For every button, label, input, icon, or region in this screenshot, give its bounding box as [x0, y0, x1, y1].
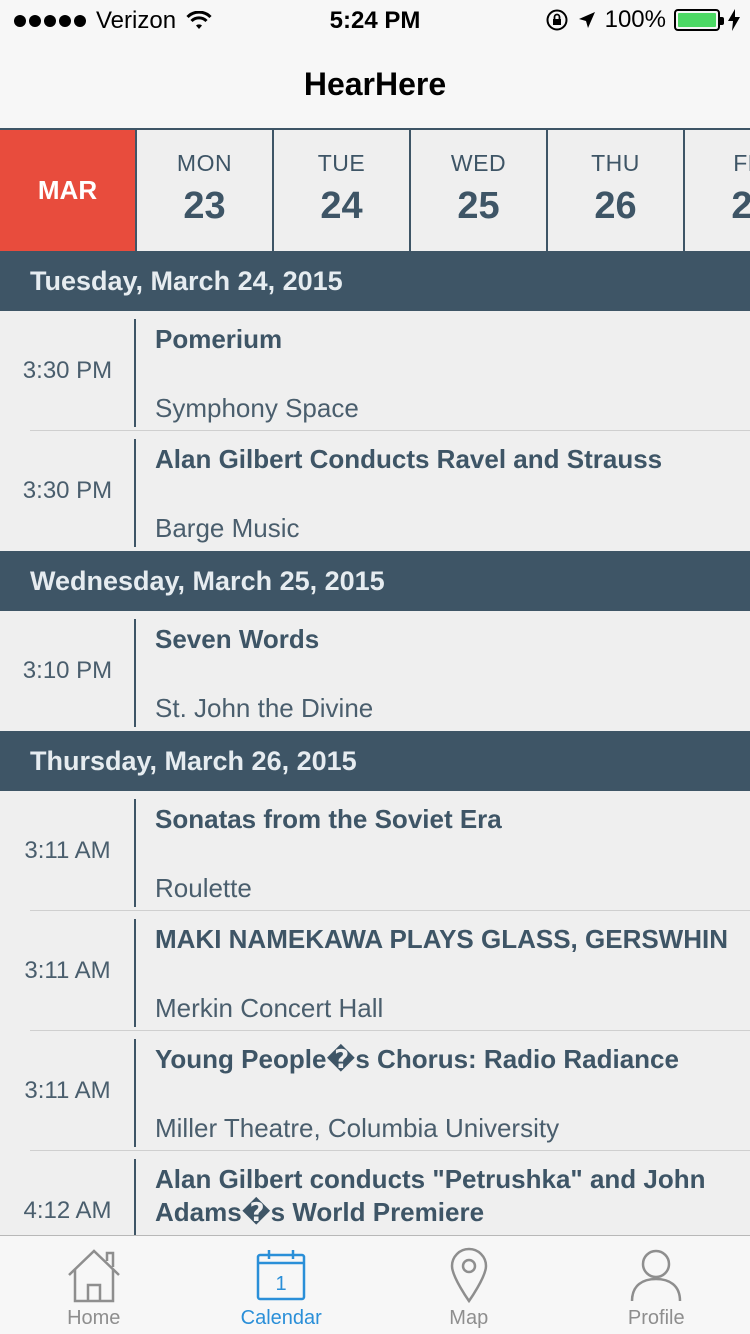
event-venue: Barge Music [155, 513, 300, 543]
event-venue: Roulette [155, 873, 252, 903]
navigation-bar: HearHere [0, 40, 750, 128]
event-venue: Symphony Space [155, 393, 359, 423]
event-time: 3:30 PM [22, 357, 113, 384]
event-row[interactable]: 3:11 AM Young People�s Chorus: Radio Rad… [0, 1031, 750, 1151]
status-right: 100% [545, 6, 740, 34]
event-row[interactable]: 3:30 PM Pomerium Symphony Space [0, 311, 750, 431]
app-title: HearHere [303, 65, 447, 102]
home-icon [67, 1249, 120, 1303]
event-time: 3:30 PM [22, 477, 113, 504]
event-divider [134, 1039, 136, 1147]
day-number: 27 [731, 185, 750, 228]
day-number: 25 [457, 185, 500, 227]
day-number: 23 [183, 185, 226, 227]
battery-fill [678, 13, 716, 27]
event-time: 3:10 PM [22, 657, 113, 684]
map-pin-icon [450, 1247, 488, 1303]
event-divider [134, 799, 136, 907]
day-cell-mon[interactable]: MON 23 [135, 130, 272, 251]
tab-label: Map [449, 1307, 489, 1329]
battery-icon [674, 9, 724, 31]
event-time: 3:11 AM [24, 957, 111, 984]
tab-map[interactable]: Map [375, 1236, 563, 1334]
day-cell-wed[interactable]: WED 25 [409, 130, 546, 251]
event-divider [134, 619, 136, 727]
day-number: 24 [320, 185, 363, 227]
tab-home[interactable]: Home [0, 1236, 188, 1334]
tab-profile[interactable]: Profile [563, 1236, 750, 1334]
event-title: Seven Words [155, 624, 320, 654]
day-name: MON [176, 150, 233, 176]
section-header: Wednesday, March 25, 2015 [0, 551, 750, 611]
date-strip[interactable]: MAR MON 23 TUE 24 WED 25 THU 26 FRI 27 [0, 128, 750, 251]
event-row[interactable]: 3:11 AM Sonatas from the Soviet Era Roul… [0, 791, 750, 911]
event-divider [134, 439, 136, 547]
charging-bolt-icon [728, 9, 740, 31]
event-divider [134, 319, 136, 427]
event-row[interactable]: 3:11 AM MAKI NAMEKAWA PLAYS GLASS, GERSW… [0, 911, 750, 1031]
event-venue: Miller Theatre, Columbia University [155, 1113, 560, 1143]
event-row[interactable]: 3:30 PM Alan Gilbert Conducts Ravel and … [0, 431, 750, 551]
tab-label: Profile [627, 1307, 685, 1329]
battery-percent: 100% [604, 6, 666, 33]
tab-label: Calendar [240, 1307, 322, 1329]
tab-bar: Home 1 Calendar Map Profile [0, 1235, 750, 1334]
event-venue: Merkin Concert Hall [155, 993, 384, 1023]
day-name: WED [450, 150, 507, 176]
day-number: 26 [594, 185, 637, 227]
tab-label: Home [67, 1307, 121, 1329]
day-name: TUE [317, 150, 366, 176]
location-arrow-icon [578, 12, 595, 28]
event-title: Young People�s Chorus: Radio Radiance [155, 1044, 679, 1074]
rotation-lock-icon [546, 9, 568, 31]
event-venue: St. John the Divine [155, 693, 374, 723]
event-title: MAKI NAMEKAWA PLAYS GLASS, GERSWHIN, JAR… [155, 924, 728, 954]
calendar-icon: 1 [257, 1250, 306, 1301]
event-divider [134, 1159, 136, 1235]
day-cell-fri[interactable]: FRI 27 [683, 130, 750, 251]
event-time: 4:12 AM [23, 1197, 112, 1224]
day-name: FRI [733, 150, 750, 176]
section-header: Thursday, March 26, 2015 [0, 731, 750, 791]
day-name: THU [591, 150, 640, 176]
event-title: Alan Gilbert conducts "Petrushka" and Jo… [155, 1164, 706, 1227]
day-cell-tue[interactable]: TUE 24 [272, 130, 409, 251]
event-list[interactable]: Tuesday, March 24, 2015 3:30 PM Pomerium… [0, 251, 750, 1235]
event-time: 3:11 AM [24, 837, 111, 864]
event-title: Sonatas from the Soviet Era [155, 804, 502, 834]
day-cell-thu[interactable]: THU 26 [546, 130, 683, 251]
status-bar: Verizon 5:24 PM 100% [0, 0, 750, 40]
event-title: Alan Gilbert Conducts Ravel and Strauss [155, 444, 663, 474]
calendar-icon-day: 1 [276, 1273, 287, 1295]
event-row[interactable]: 4:12 AM Alan Gilbert conducts "Petrushka… [0, 1151, 750, 1235]
event-divider [134, 919, 136, 1027]
profile-icon [631, 1249, 682, 1302]
tab-calendar[interactable]: 1 Calendar [188, 1236, 376, 1334]
event-time: 3:11 AM [24, 1077, 111, 1104]
event-title: Pomerium [155, 324, 283, 354]
section-header: Tuesday, March 24, 2015 [0, 251, 750, 311]
event-row[interactable]: 3:10 PM Seven Words St. John the Divine [0, 611, 750, 731]
month-label: MAR [0, 130, 135, 251]
